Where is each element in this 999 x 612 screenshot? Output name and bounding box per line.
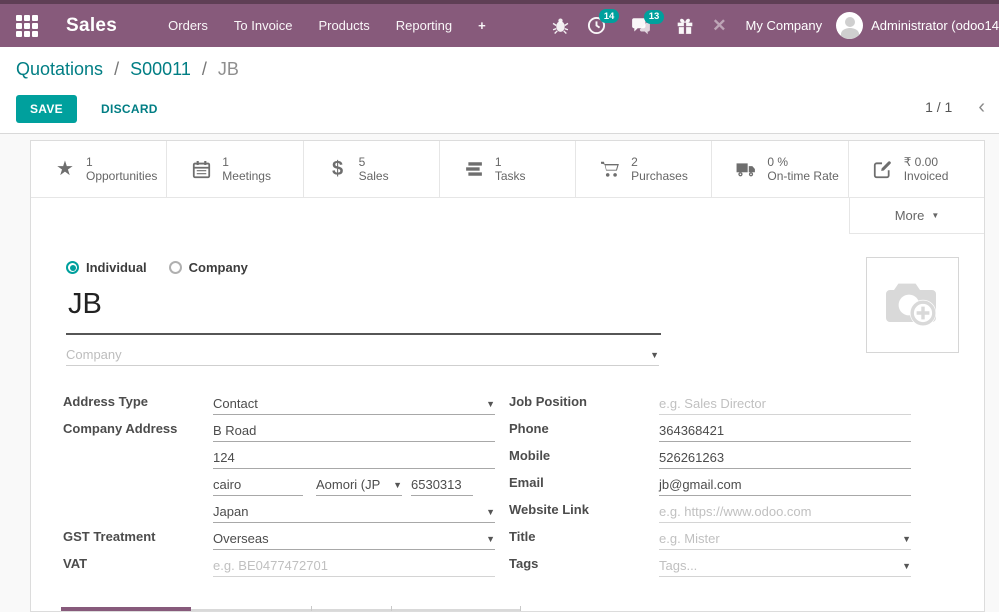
email-input[interactable]: jb@gmail.com [659,474,911,496]
cart-icon [598,160,622,178]
menu-reporting[interactable]: Reporting [383,4,465,47]
field-row-email: Email jb@gmail.com [509,469,911,496]
stat-opportunities[interactable]: ★ 1Opportunities [31,141,167,197]
city-input[interactable]: cairo [213,474,303,496]
breadcrumb: Quotations / S00011 / JB [16,59,239,80]
active-tab-border[interactable] [61,607,191,611]
form-right-column: Job Position e.g. Sales Director Phone 3… [509,388,911,577]
discard-button[interactable]: DISCARD [93,95,166,123]
radio-individual[interactable]: Individual [66,260,147,275]
activities-badge: 14 [599,9,620,23]
main-menu: Orders To Invoice Products Reporting + [155,4,499,47]
field-row-street: Company Address B Road [63,415,495,442]
chevron-down-icon: ▼ [931,211,939,220]
title-select[interactable]: e.g. Mister ▼ [659,528,911,550]
pager: 1 / 1 ‹ [925,99,985,115]
chevron-down-icon: ▼ [650,350,659,360]
field-row-gst-treatment: GST Treatment Overseas ▼ [63,523,495,550]
stat-tasks[interactable]: 1Tasks [440,141,576,197]
messages-icon[interactable]: 13 [631,17,651,35]
stat-meetings[interactable]: 1Meetings [167,141,303,197]
tags-input[interactable]: Tags... ▼ [659,555,911,577]
stat-invoiced[interactable]: ₹ 0.00Invoiced [849,141,984,197]
field-row-tags: Tags Tags... ▼ [509,550,911,577]
gift-icon[interactable] [676,17,694,35]
gst-treatment-select[interactable]: Overseas ▼ [213,528,495,550]
pager-prev-icon[interactable]: ‹ [978,100,985,114]
topbar-right: 14 13 ✕ My Company Administrator (odoo14 [543,12,999,39]
tasks-icon [462,161,486,177]
street-input[interactable]: B Road [213,420,495,442]
chevron-down-icon: ▼ [389,480,402,490]
menu-products[interactable]: Products [305,4,382,47]
job-position-input[interactable]: e.g. Sales Director [659,393,911,415]
breadcrumb-current: JB [218,59,239,79]
dollar-icon: $ [326,159,350,179]
vat-input[interactable]: e.g. BE0477472701 [213,555,495,577]
pager-count: 1 / 1 [925,99,952,115]
notebook-tabstrip [31,606,984,611]
chevron-down-icon: ▼ [898,534,911,544]
breadcrumb-s00011[interactable]: S00011 [130,59,191,79]
zip-input[interactable]: 6530313 [411,474,473,496]
close-debug-icon[interactable]: ✕ [712,16,726,36]
contact-type-radios: Individual Company [66,260,270,275]
stat-ontime[interactable]: 0 %On-time Rate [712,141,848,197]
calendar-icon [189,160,213,179]
radio-company[interactable]: Company [169,260,248,275]
field-row-job-position: Job Position e.g. Sales Director [509,388,911,415]
chevron-down-icon: ▼ [898,561,911,571]
menu-to-invoice[interactable]: To Invoice [221,4,306,47]
breadcrumb-quotations[interactable]: Quotations [16,59,103,79]
bug-icon[interactable] [552,17,569,34]
stat-sales[interactable]: $ 5Sales [304,141,440,197]
field-row-phone: Phone 364368421 [509,415,911,442]
state-select[interactable]: Aomori (JP ▼ [316,474,402,496]
contact-image-upload[interactable] [866,257,959,353]
contact-name-input[interactable]: JB [66,286,661,335]
more-row: More▼ [31,198,984,234]
radio-company-icon[interactable] [169,261,182,274]
activities-icon[interactable]: 14 [587,16,606,35]
control-panel: Quotations / S00011 / JB SAVE DISCARD 1 … [0,47,999,134]
field-row-address-type: Address Type Contact ▼ [63,388,495,415]
country-select[interactable]: Japan ▼ [213,501,495,523]
plus-menu-icon[interactable]: + [465,4,499,47]
user-avatar[interactable] [836,12,863,39]
street2-input[interactable]: 124 [213,447,495,469]
star-icon: ★ [53,159,77,179]
field-row-title: Title e.g. Mister ▼ [509,523,911,550]
save-button[interactable]: SAVE [16,95,77,123]
chevron-down-icon: ▼ [482,507,495,517]
company-name-input[interactable]: Company ▼ [66,344,659,366]
form-sheet: ★ 1Opportunities 1Meetings $ 5Sales [30,140,985,612]
stat-purchases[interactable]: 2Purchases [576,141,712,197]
stat-button-row: ★ 1Opportunities 1Meetings $ 5Sales [31,141,984,198]
top-navbar: Sales Orders To Invoice Products Reporti… [0,0,999,47]
form-left-column: Address Type Contact ▼ Company Address B… [63,388,495,577]
menu-orders[interactable]: Orders [155,4,221,47]
field-row-street2: 124 [63,442,495,469]
field-row-country: Japan ▼ [63,496,495,523]
apps-menu-icon[interactable] [16,15,38,37]
phone-input[interactable]: 364368421 [659,420,911,442]
field-row-city-state-zip: cairo Aomori (JP ▼ 6530313 [63,469,495,496]
chevron-down-icon: ▼ [482,399,495,409]
messages-badge: 13 [644,10,665,24]
more-button[interactable]: More▼ [849,198,984,234]
field-row-mobile: Mobile 526261263 [509,442,911,469]
edit-icon [871,160,895,179]
website-input[interactable]: e.g. https://www.odoo.com [659,501,911,523]
company-switcher[interactable]: My Company [746,18,823,33]
radio-individual-icon[interactable] [66,261,79,274]
app-title[interactable]: Sales [66,15,117,37]
address-type-select[interactable]: Contact ▼ [213,393,495,415]
field-row-website: Website Link e.g. https://www.odoo.com [509,496,911,523]
user-menu[interactable]: Administrator (odoo14 [871,18,999,33]
chevron-down-icon: ▼ [482,534,495,544]
mobile-input[interactable]: 526261263 [659,447,911,469]
camera-plus-icon [880,277,946,333]
field-row-vat: VAT e.g. BE0477472701 [63,550,495,577]
truck-icon [734,161,758,178]
